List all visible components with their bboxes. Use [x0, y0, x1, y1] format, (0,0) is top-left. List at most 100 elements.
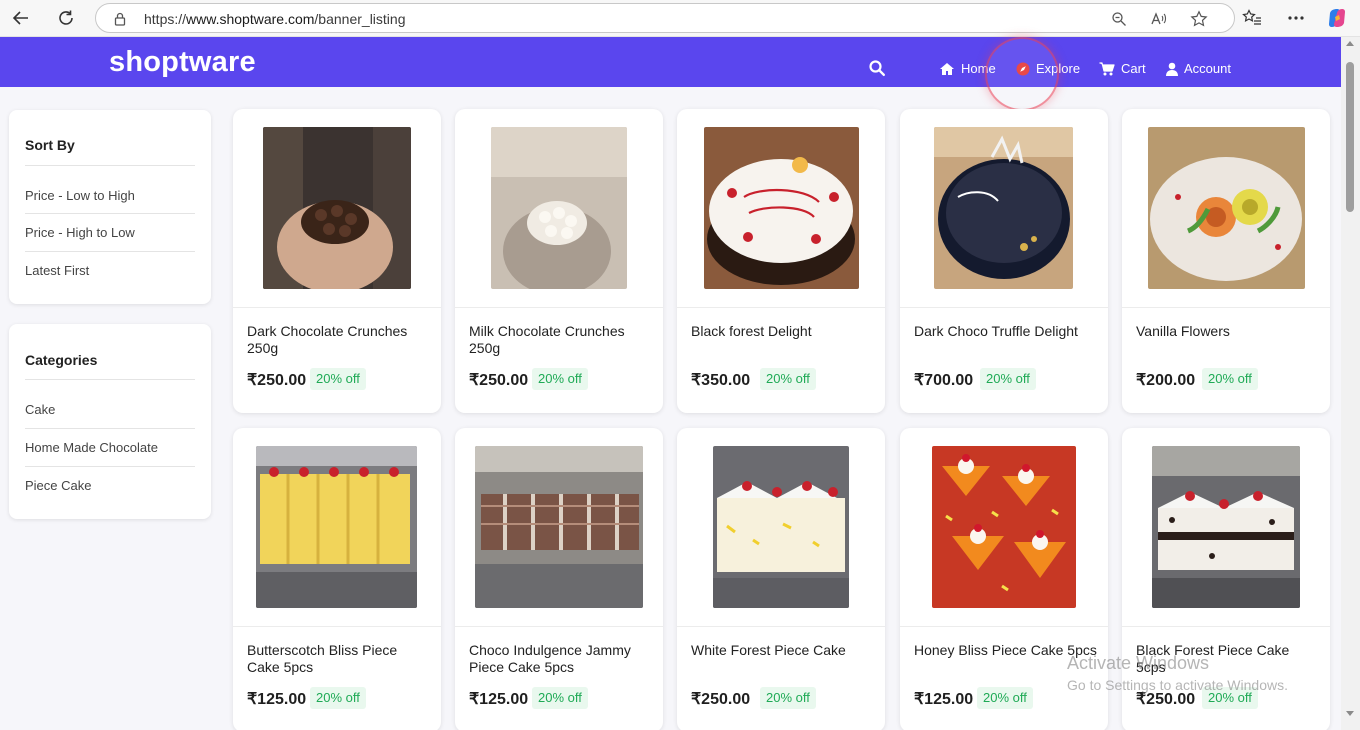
product-name[interactable]: Choco Indulgence Jammy Piece Cake 5pcs — [469, 642, 654, 676]
product-name[interactable]: White Forest Piece Cake — [691, 642, 876, 659]
product-card[interactable]: Black Forest Piece Cake 5cps ₹250.00 20%… — [1122, 428, 1330, 730]
product-name[interactable]: Vanilla Flowers — [1136, 323, 1321, 340]
product-image[interactable] — [256, 446, 417, 608]
product-image-area — [233, 428, 441, 627]
product-image-area — [455, 109, 663, 308]
product-price: ₹250.00 — [247, 372, 307, 389]
discount-badge: 20% off — [532, 368, 588, 390]
product-image[interactable] — [704, 127, 859, 289]
product-price: ₹125.00 — [469, 691, 529, 708]
product-name[interactable]: Honey Bliss Piece Cake 5pcs — [914, 642, 1099, 659]
copilot-icon[interactable] — [1325, 6, 1349, 30]
product-price: ₹125.00 — [247, 691, 307, 708]
categories-panel: Categories Cake Home Made Chocolate Piec… — [9, 324, 211, 519]
product-card[interactable]: Honey Bliss Piece Cake 5pcs ₹125.00 20% … — [900, 428, 1108, 730]
sort-panel: Sort By Price - Low to High Price - High… — [9, 110, 211, 304]
discount-badge: 20% off — [1202, 368, 1258, 390]
product-image-area — [900, 109, 1108, 308]
url-prefix: https:// — [144, 11, 187, 27]
discount-badge: 20% off — [977, 687, 1033, 709]
scroll-up-arrow-icon[interactable] — [1346, 41, 1354, 46]
zoom-icon[interactable] — [1109, 9, 1129, 29]
product-card[interactable]: Vanilla Flowers ₹200.00 20% off — [1122, 109, 1330, 413]
product-image[interactable] — [491, 127, 627, 289]
product-image[interactable] — [475, 446, 643, 608]
discount-badge: 20% off — [1202, 687, 1258, 709]
lock-icon[interactable] — [110, 9, 130, 29]
product-image[interactable] — [713, 446, 849, 608]
home-icon — [939, 62, 955, 76]
product-image[interactable] — [1148, 127, 1305, 289]
product-image[interactable] — [934, 127, 1073, 289]
product-image[interactable] — [932, 446, 1076, 608]
product-price: ₹250.00 — [1136, 691, 1196, 708]
product-price: ₹250.00 — [691, 691, 751, 708]
read-aloud-icon[interactable] — [1149, 9, 1169, 29]
discount-badge: 20% off — [310, 687, 366, 709]
product-card[interactable]: White Forest Piece Cake ₹250.00 20% off — [677, 428, 885, 730]
compass-icon — [1016, 62, 1030, 76]
product-price: ₹350.00 — [691, 372, 751, 389]
divider — [25, 466, 195, 467]
sort-latest-first[interactable]: Latest First — [25, 263, 89, 278]
sort-price-high-low[interactable]: Price - High to Low — [25, 225, 135, 240]
site-logo[interactable]: shoptware — [109, 47, 256, 77]
product-name[interactable]: Milk Chocolate Crunches 250g — [469, 323, 654, 357]
back-icon[interactable] — [9, 6, 33, 30]
discount-badge: 20% off — [760, 368, 816, 390]
discount-badge: 20% off — [760, 687, 816, 709]
sort-title: Sort By — [25, 137, 75, 153]
divider — [25, 251, 195, 252]
nav-home[interactable]: Home — [939, 61, 996, 76]
product-card[interactable]: Butterscotch Bliss Piece Cake 5pcs ₹125.… — [233, 428, 441, 730]
discount-badge: 20% off — [980, 368, 1036, 390]
divider — [25, 379, 195, 380]
sort-price-low-high[interactable]: Price - Low to High — [25, 188, 135, 203]
product-price: ₹125.00 — [914, 691, 974, 708]
product-card[interactable]: Milk Chocolate Crunches 250g ₹250.00 20%… — [455, 109, 663, 413]
discount-badge: 20% off — [532, 687, 588, 709]
scroll-down-arrow-icon[interactable] — [1346, 711, 1354, 716]
scroll-thumb[interactable] — [1346, 62, 1354, 212]
product-name[interactable]: Black Forest Piece Cake 5cps — [1136, 642, 1321, 676]
product-image[interactable] — [1152, 446, 1300, 608]
product-name[interactable]: Dark Chocolate Crunches 250g — [247, 323, 432, 357]
product-name[interactable]: Black forest Delight — [691, 323, 876, 340]
discount-badge: 20% off — [310, 368, 366, 390]
product-card[interactable]: Choco Indulgence Jammy Piece Cake 5pcs ₹… — [455, 428, 663, 730]
categories-title: Categories — [25, 352, 98, 368]
product-image-area — [233, 109, 441, 308]
product-card[interactable]: Dark Choco Truffle Delight ₹700.00 20% o… — [900, 109, 1108, 413]
category-home-made-chocolate[interactable]: Home Made Chocolate — [25, 440, 158, 455]
page-scrollbar[interactable] — [1341, 37, 1360, 730]
category-cake[interactable]: Cake — [25, 402, 55, 417]
search-icon[interactable] — [868, 59, 888, 79]
product-price: ₹200.00 — [1136, 372, 1196, 389]
product-image-area — [1122, 109, 1330, 308]
site-header: shoptware Home Explore Cart Account — [0, 37, 1341, 87]
product-card[interactable]: Black forest Delight ₹350.00 20% off — [677, 109, 885, 413]
user-icon — [1166, 62, 1178, 76]
product-image-area — [677, 109, 885, 308]
category-piece-cake[interactable]: Piece Cake — [25, 478, 91, 493]
product-card[interactable]: Dark Chocolate Crunches 250g ₹250.00 20%… — [233, 109, 441, 413]
product-name[interactable]: Dark Choco Truffle Delight — [914, 323, 1099, 340]
favorite-star-icon[interactable] — [1189, 9, 1209, 29]
url-path: /banner_listing — [314, 11, 406, 27]
nav-explore-label: Explore — [1036, 61, 1081, 76]
address-bar[interactable]: https://www.shoptware.com/banner_listing — [95, 3, 1235, 33]
product-name[interactable]: Butterscotch Bliss Piece Cake 5pcs — [247, 642, 432, 676]
url-text: https://www.shoptware.com/banner_listing — [144, 11, 405, 27]
nav-cart-label: Cart — [1121, 61, 1146, 76]
nav-account-label: Account — [1184, 61, 1231, 76]
nav-account[interactable]: Account — [1166, 61, 1231, 76]
product-price: ₹700.00 — [914, 372, 974, 389]
nav-explore[interactable]: Explore — [1016, 61, 1080, 76]
nav-home-label: Home — [961, 61, 996, 76]
refresh-icon[interactable] — [54, 6, 78, 30]
more-options-icon[interactable] — [1284, 6, 1308, 30]
favorites-list-icon[interactable] — [1240, 6, 1264, 30]
product-image-area — [900, 428, 1108, 627]
product-image[interactable] — [263, 127, 411, 289]
nav-cart[interactable]: Cart — [1099, 61, 1146, 76]
